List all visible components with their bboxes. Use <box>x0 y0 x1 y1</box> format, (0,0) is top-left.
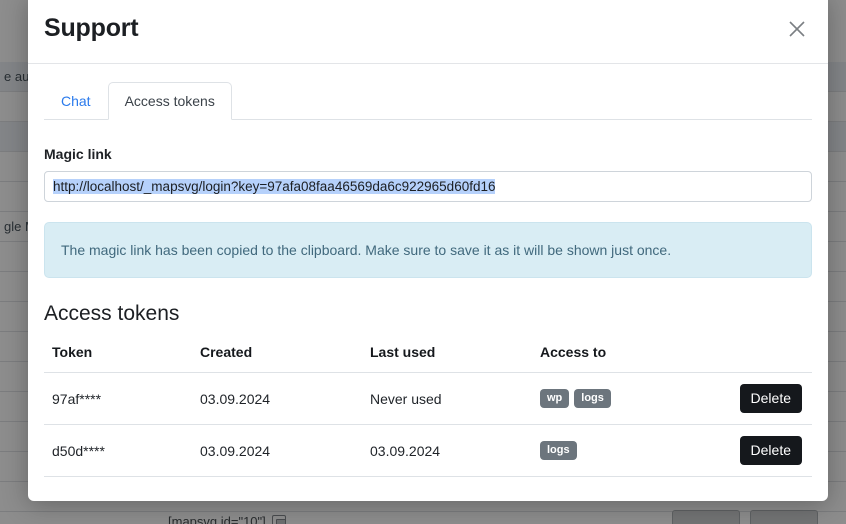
delete-button[interactable]: Delete <box>739 384 802 413</box>
cell-last-used: 03.09.2024 <box>362 424 532 477</box>
tab-access-tokens[interactable]: Access tokens <box>107 82 232 120</box>
status-badge: logs <box>540 441 577 460</box>
cell-created: 03.09.2024 <box>192 424 362 477</box>
page-root: e autgle M [mapsvg id="10"] Support Chat <box>0 0 846 524</box>
delete-button[interactable]: Delete <box>739 436 802 465</box>
page-title: Support <box>44 14 139 42</box>
tab-chat[interactable]: Chat <box>44 82 108 120</box>
table-body: 97af**** 03.09.2024 Never used wp logs Delete… <box>44 372 812 477</box>
cell-actions: Delete <box>712 424 812 477</box>
table-row: d50d**** 03.09.2024 03.09.2024 logs Delete <box>44 424 812 477</box>
table-head: Token Created Last used Access to <box>44 344 812 373</box>
support-modal: Support Chat Access tokens Magic link Th… <box>28 0 828 501</box>
cell-token: 97af**** <box>44 372 192 425</box>
cell-access-to: wp logs <box>532 372 712 425</box>
status-badge: wp <box>540 389 570 408</box>
cell-actions: Delete <box>712 372 812 425</box>
modal-header: Support <box>28 0 828 64</box>
column-header-actions <box>712 344 812 373</box>
close-icon[interactable] <box>782 14 812 44</box>
access-tokens-heading: Access tokens <box>44 302 180 325</box>
tab-bar: Chat Access tokens <box>44 82 812 120</box>
cell-last-used: Never used <box>362 372 532 425</box>
column-header-created: Created <box>192 344 362 373</box>
cell-token: d50d**** <box>44 424 192 477</box>
column-header-last-used: Last used <box>362 344 532 373</box>
column-header-access-to: Access to <box>532 344 712 373</box>
cell-created: 03.09.2024 <box>192 372 362 425</box>
modal-body: Chat Access tokens Magic link The magic … <box>28 64 828 501</box>
column-header-token: Token <box>44 344 192 373</box>
cell-access-to: logs <box>532 424 712 477</box>
table-row: 97af**** 03.09.2024 Never used wp logs Delete <box>44 372 812 425</box>
magic-link-input[interactable] <box>44 171 812 202</box>
clipboard-alert: The magic link has been copied to the cl… <box>44 222 812 278</box>
access-tokens-table: Token Created Last used Access to 97af**… <box>44 344 812 477</box>
status-badge: logs <box>574 389 611 408</box>
table-header-row: Token Created Last used Access to <box>44 344 812 373</box>
magic-link-label: Magic link <box>44 146 112 162</box>
